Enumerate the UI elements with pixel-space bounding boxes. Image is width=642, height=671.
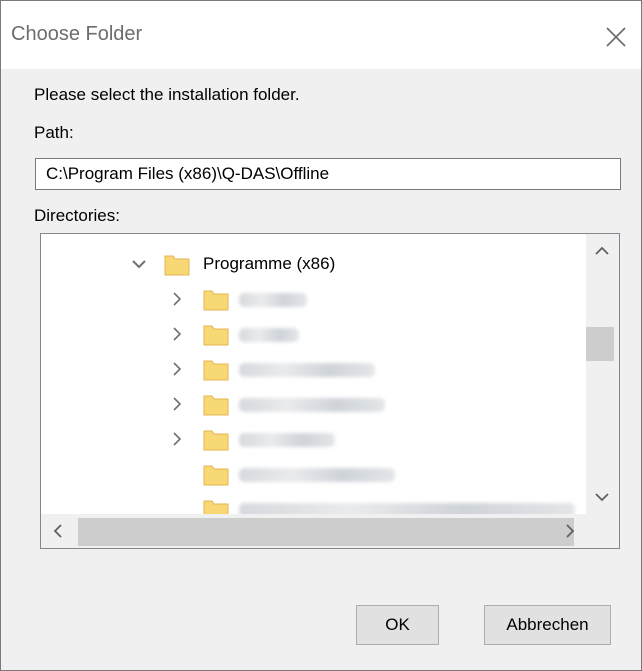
path-label: Path: <box>34 123 74 142</box>
redacted-folder-name <box>239 398 385 412</box>
folder-icon <box>203 395 229 416</box>
horizontal-scroll-thumb[interactable] <box>78 518 574 546</box>
scroll-down-icon <box>595 493 609 502</box>
folder-icon <box>203 360 229 381</box>
scroll-left-button[interactable] <box>41 514 75 548</box>
tree-item-expanded[interactable]: Programme (x86) <box>41 247 587 282</box>
scrollbar-corner <box>586 514 619 548</box>
folder-icon <box>203 290 229 311</box>
title-bar: Choose Folder <box>1 1 641 69</box>
tree-item[interactable] <box>41 422 587 457</box>
tree-item[interactable] <box>41 387 587 422</box>
scroll-left-icon <box>53 524 62 538</box>
folder-icon <box>203 430 229 451</box>
path-input[interactable] <box>35 158 621 190</box>
directory-tree[interactable]: Programme (x86) <box>40 233 620 549</box>
instruction-text: Please select the installation folder. <box>34 85 300 104</box>
scroll-up-icon <box>595 246 609 255</box>
scroll-up-button[interactable] <box>586 234 619 268</box>
expand-toggle[interactable] <box>167 428 187 450</box>
expand-toggle[interactable] <box>167 393 187 415</box>
chevron-right-icon <box>173 327 182 341</box>
chevron-right-icon <box>173 397 182 411</box>
close-icon <box>606 27 626 47</box>
vertical-scrollbar[interactable] <box>586 234 619 514</box>
expand-toggle[interactable] <box>167 323 187 345</box>
folder-icon <box>164 255 190 276</box>
folder-icon <box>203 325 229 346</box>
window-title: Choose Folder <box>11 23 143 45</box>
cancel-button[interactable]: Abbrechen <box>484 605 611 645</box>
scroll-down-button[interactable] <box>586 480 619 514</box>
tree-item[interactable] <box>41 317 587 352</box>
vertical-scroll-thumb[interactable] <box>586 327 614 361</box>
scroll-right-button[interactable] <box>553 514 587 548</box>
choose-folder-dialog: Choose Folder Please select the installa… <box>0 0 642 671</box>
horizontal-scrollbar[interactable] <box>41 514 587 548</box>
chevron-right-icon <box>173 292 182 306</box>
scroll-right-icon <box>566 524 575 538</box>
tree-item[interactable] <box>41 352 587 387</box>
tree-item[interactable] <box>41 282 587 317</box>
chevron-right-icon <box>173 362 182 376</box>
ok-button[interactable]: OK <box>356 605 439 645</box>
redacted-folder-name <box>239 363 375 377</box>
tree-item[interactable] <box>41 457 587 492</box>
redacted-folder-name <box>239 293 307 307</box>
chevron-down-icon <box>132 260 146 269</box>
expand-toggle[interactable] <box>167 288 187 310</box>
redacted-folder-name <box>239 433 335 447</box>
redacted-folder-name <box>239 328 299 342</box>
expand-toggle[interactable] <box>167 358 187 380</box>
close-button[interactable] <box>598 19 634 55</box>
directories-label: Directories: <box>34 206 120 225</box>
folder-label: Programme (x86) <box>203 254 336 273</box>
folder-icon <box>203 465 229 486</box>
expand-toggle[interactable] <box>129 253 149 275</box>
chevron-right-icon <box>173 432 182 446</box>
redacted-folder-name <box>239 468 395 482</box>
